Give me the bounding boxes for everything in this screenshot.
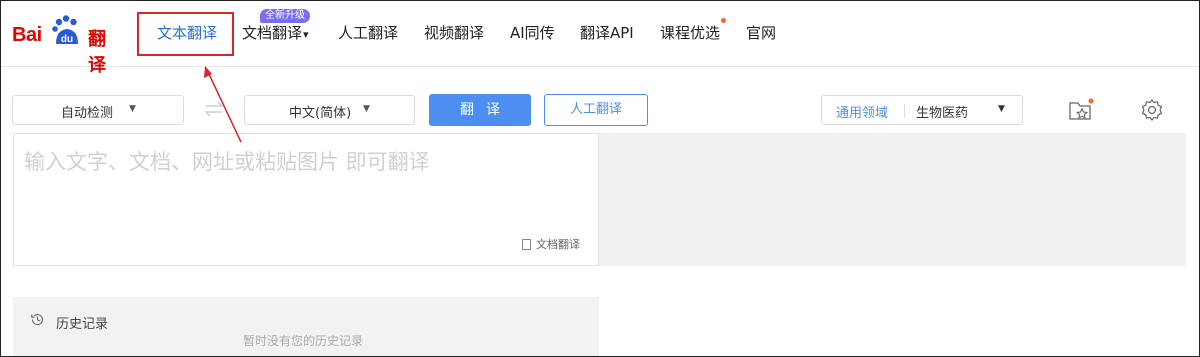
history-panel: 历史记录 暂时没有您的历史记录 — [13, 297, 599, 357]
nav-courses[interactable]: 课程优选 — [660, 22, 720, 43]
translation-output-panel — [599, 133, 1186, 266]
notification-dot — [721, 18, 726, 23]
document-translate-link[interactable]: 文档翻译 — [522, 236, 580, 252]
swap-languages-icon[interactable] — [203, 99, 225, 119]
chevron-down-icon: ▼ — [998, 104, 1005, 114]
nav-video-translate[interactable]: 视频翻译 — [424, 22, 484, 43]
domain-value: 生物医药 — [916, 106, 969, 121]
history-title: 历史记录 — [56, 317, 109, 332]
source-text-input[interactable]: 输入文字、文档、网址或粘贴图片 即可翻译 文档翻译 — [13, 133, 599, 266]
source-language-value: 自动检测 — [61, 106, 114, 121]
translate-button[interactable]: 翻译 — [429, 94, 531, 126]
nav-human-translate[interactable]: 人工翻译 — [338, 22, 398, 43]
target-language-value: 中文(简体) — [289, 106, 352, 121]
divider — [904, 104, 905, 118]
document-translate-label: 文档翻译 — [536, 238, 580, 251]
human-translate-button[interactable]: 人工翻译 — [544, 94, 648, 126]
history-empty-message: 暂时没有您的历史记录 — [243, 334, 364, 348]
target-language-select[interactable]: 中文(简体) ▼ — [244, 95, 415, 125]
logo-fanyi-text: 翻译 — [88, 29, 106, 76]
baidu-fanyi-logo[interactable]: Bai du 翻译 — [12, 14, 122, 76]
source-language-select[interactable]: 自动检测 ▼ — [12, 95, 184, 125]
logo-bai-text: Bai — [12, 24, 42, 46]
new-upgrade-badge: 全新升级 — [260, 9, 310, 23]
baidu-paw-icon: du — [52, 15, 78, 45]
nav-official-site[interactable]: 官网 — [746, 22, 776, 43]
nav-ai-interpret[interactable]: AI同传 — [510, 22, 555, 43]
favorites-folder-icon[interactable] — [1068, 97, 1094, 123]
document-icon — [522, 239, 531, 250]
logo-du-text: du — [61, 34, 73, 45]
chevron-down-icon: ▼ — [129, 104, 136, 114]
nav-doc-translate-label: 文档翻译 — [242, 24, 303, 42]
input-placeholder: 输入文字、文档、网址或粘贴图片 即可翻译 — [24, 150, 430, 174]
nav-doc-translate[interactable]: 文档翻译▾ — [242, 22, 309, 43]
chevron-down-icon: ▼ — [363, 104, 370, 114]
domain-label: 通用领域 — [836, 106, 889, 121]
settings-gear-icon[interactable] — [1139, 97, 1165, 123]
domain-select[interactable]: 通用领域 生物医药 ▼ — [821, 95, 1023, 125]
chevron-down-icon: ▾ — [303, 28, 309, 41]
annotation-highlight-box — [137, 12, 234, 56]
top-header: Bai du 翻译 文本翻译 文档翻译▾ 全新升级 人工翻译 视频翻译 AI同传… — [0, 0, 1200, 76]
history-clock-icon — [31, 314, 43, 326]
nav-translate-api[interactable]: 翻译API — [580, 22, 634, 43]
